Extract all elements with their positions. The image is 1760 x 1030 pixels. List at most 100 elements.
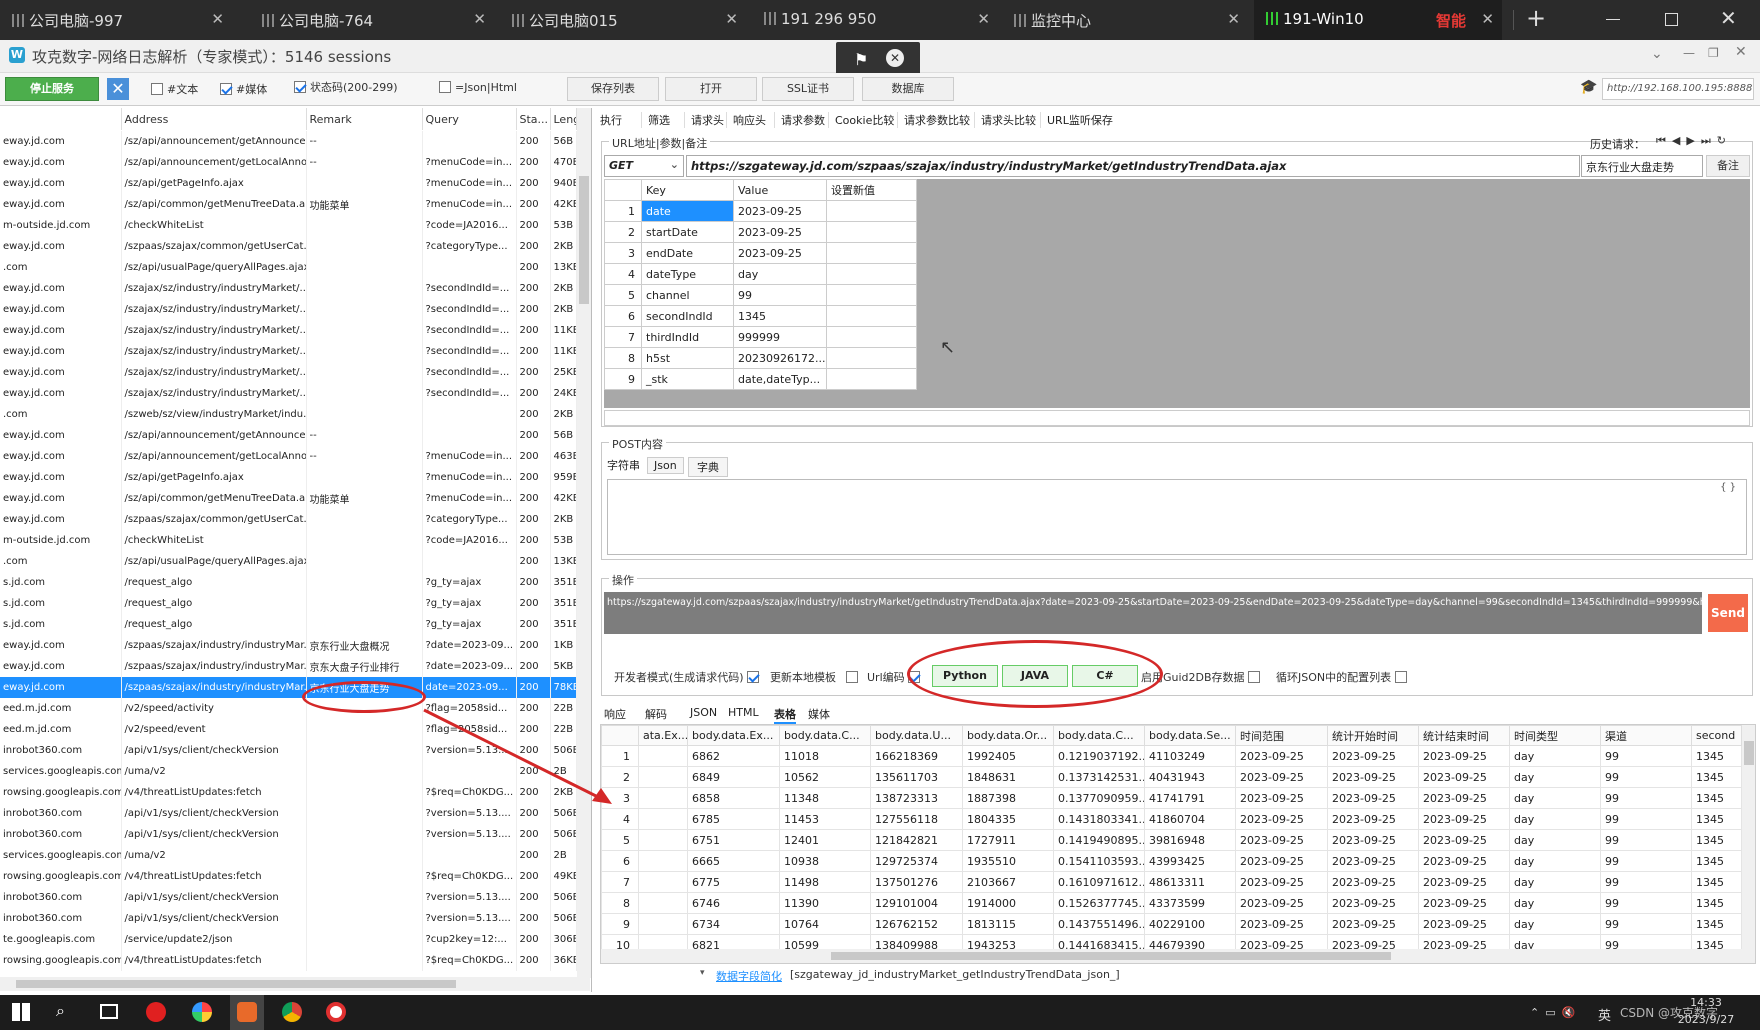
param-key[interactable]: _stk bbox=[641, 368, 734, 390]
param-new-value[interactable] bbox=[826, 284, 917, 306]
close-icon[interactable]: ✕ bbox=[1481, 10, 1494, 28]
chrome-icon[interactable] bbox=[282, 1002, 302, 1022]
response-tab[interactable]: 表格 bbox=[774, 706, 796, 724]
table-row[interactable]: m-outside.jd.com/checkWhiteList ?code=JA2… bbox=[0, 530, 577, 551]
table-row[interactable]: eway.jd.com/sz/api/announcement/getAnnou… bbox=[0, 131, 577, 152]
close-icon[interactable]: ✕ bbox=[211, 10, 224, 28]
request-tab[interactable]: 请求头 bbox=[684, 112, 724, 128]
column-header[interactable]: 统计结束时间 bbox=[1418, 725, 1510, 746]
param-new-value[interactable] bbox=[826, 200, 917, 222]
table-row[interactable]: eway.jd.com/sz/api/common/getMenuTreeDat… bbox=[0, 194, 577, 215]
response-vscrollbar[interactable] bbox=[1742, 725, 1755, 949]
full-url-display[interactable]: https://szgateway.jd.com/szpaas/szajax/i… bbox=[604, 592, 1702, 634]
table-row[interactable]: 4 6785 11453 127556118 1804335 0.1431803341..… bbox=[601, 808, 1742, 830]
close-icon[interactable]: ✕ bbox=[977, 10, 990, 28]
window-close-icon[interactable]: ✕ bbox=[1720, 6, 1737, 30]
table-row[interactable]: eway.jd.com/szpaas/szajax/common/getUser… bbox=[0, 509, 577, 530]
table-row[interactable]: 5 6751 12401 121842821 1727911 0.1419490895..… bbox=[601, 829, 1742, 851]
param-new-value[interactable] bbox=[826, 347, 917, 369]
remark-input[interactable]: 京东行业大盘走势 bbox=[1581, 155, 1703, 177]
braces-icon[interactable]: { } bbox=[1720, 482, 1736, 493]
param-key[interactable]: date bbox=[641, 200, 734, 222]
app-pin-icon[interactable] bbox=[326, 1002, 346, 1022]
table-row[interactable]: eway.jd.com/sz/api/announcement/getLocal… bbox=[0, 446, 577, 467]
app-minimize-icon[interactable]: — bbox=[1683, 46, 1695, 60]
param-value[interactable]: day bbox=[733, 263, 827, 285]
table-row[interactable]: 3 6858 11348 138723313 1887398 0.1377090959..… bbox=[601, 787, 1742, 809]
param-value[interactable]: 99 bbox=[733, 284, 827, 306]
param-row[interactable]: 6 secondIndId 1345 bbox=[604, 305, 917, 327]
param-key[interactable]: startDate bbox=[641, 221, 734, 243]
table-row[interactable]: eway.jd.com/szpaas/szajax/common/getUser… bbox=[0, 236, 577, 257]
new-tab-icon[interactable]: + bbox=[1526, 4, 1546, 32]
app-restore-icon[interactable]: ❐ bbox=[1708, 46, 1719, 60]
post-tab-string[interactable]: 字符串 bbox=[607, 457, 640, 475]
windows-start-icon[interactable] bbox=[12, 1003, 30, 1021]
table-row[interactable]: eway.jd.com/sz/api/announcement/getAnnou… bbox=[0, 425, 577, 446]
param-value[interactable]: 2023-09-25 bbox=[733, 200, 827, 222]
table-row[interactable]: te.googleapis.com/service/update2/json ?c… bbox=[0, 929, 577, 950]
param-key[interactable]: channel bbox=[641, 284, 734, 306]
column-header[interactable]: 时间范围 bbox=[1235, 725, 1328, 746]
column-header[interactable]: ata.Ex... bbox=[638, 725, 688, 746]
response-tab[interactable]: 解码 bbox=[645, 706, 667, 722]
post-tab-dict[interactable]: 字典 bbox=[688, 457, 728, 477]
table-row[interactable]: s.jd.com/request_algo ?g_ty=ajax200351B bbox=[0, 572, 577, 593]
history-nav-icons[interactable]: ⏮◀▶⏭↻ bbox=[1656, 134, 1732, 148]
request-tab[interactable]: Cookie比较 bbox=[828, 112, 894, 128]
table-row[interactable]: 9 6734 10764 126762152 1813115 0.1437551496..… bbox=[601, 913, 1742, 935]
table-row[interactable]: 1 6862 11018 166218369 1992405 0.1219037192..… bbox=[601, 745, 1742, 767]
param-row[interactable]: 8 h5st 20230926172... bbox=[604, 347, 917, 369]
param-row[interactable]: 4 dateType day bbox=[604, 263, 917, 285]
column-header[interactable]: body.data.Ex... bbox=[687, 725, 780, 746]
minimize-icon[interactable] bbox=[1606, 19, 1620, 20]
param-new-value[interactable] bbox=[826, 242, 917, 264]
response-tab[interactable]: JSON bbox=[690, 706, 717, 719]
table-row[interactable]: rowsing.googleapis.com/v4/threatListUpda… bbox=[0, 950, 577, 971]
app-colorful-icon[interactable] bbox=[192, 1002, 212, 1022]
table-row[interactable]: eway.jd.com/szajax/sz/industry/industryM… bbox=[0, 320, 577, 341]
column-header[interactable]: body.data.Se... bbox=[1144, 725, 1236, 746]
open-button[interactable]: 打开 bbox=[665, 77, 757, 101]
stop-service-button[interactable]: 停止服务 bbox=[5, 77, 99, 101]
param-value[interactable]: 1345 bbox=[733, 305, 827, 327]
param-value[interactable]: 20230926172... bbox=[733, 347, 827, 369]
column-header[interactable]: 时间类型 bbox=[1509, 725, 1601, 746]
tab-6-active[interactable]: 191-Win10 智能 ✕ bbox=[1254, 0, 1502, 40]
table-row[interactable]: inrobot360.com/api/v1/sys/client/checkVe… bbox=[0, 824, 577, 845]
media-filter-checkbox[interactable]: #媒体 bbox=[220, 81, 267, 97]
maximize-icon[interactable] bbox=[1665, 13, 1678, 26]
tray-icons[interactable]: ⌃▭🔇 bbox=[1530, 1006, 1581, 1019]
table-row[interactable]: s.jd.com/request_algo ?g_ty=ajax200351B bbox=[0, 593, 577, 614]
column-header[interactable]: 统计开始时间 bbox=[1327, 725, 1419, 746]
table-row[interactable]: eway.jd.com/szajax/sz/industry/industryM… bbox=[0, 299, 577, 320]
simplify-fields-link[interactable]: 数据字段简化 bbox=[716, 968, 782, 984]
request-tab[interactable]: 响应头 bbox=[726, 112, 766, 128]
param-row[interactable]: 5 channel 99 bbox=[604, 284, 917, 306]
request-tab[interactable]: 请求参数 bbox=[774, 112, 825, 128]
param-value[interactable]: date,dateTyp... bbox=[733, 368, 827, 390]
table-row[interactable]: .com/sz/api/usualPage/queryAllPages.ajax… bbox=[0, 551, 577, 572]
table-row[interactable]: eway.jd.com/szajax/sz/industry/industryM… bbox=[0, 383, 577, 404]
post-body-textarea[interactable]: { } bbox=[607, 479, 1747, 555]
save-list-button[interactable]: 保存列表 bbox=[567, 77, 659, 101]
status-code-checkbox[interactable]: 状态码(200-299) bbox=[294, 79, 398, 95]
table-row[interactable]: 2 6849 10562 135611703 1848631 0.1373142531..… bbox=[601, 766, 1742, 788]
column-header[interactable]: second bbox=[1691, 725, 1742, 746]
request-tab[interactable]: 执行 bbox=[600, 112, 622, 128]
search-icon[interactable]: ⌕ bbox=[56, 1001, 65, 1021]
param-key[interactable]: endDate bbox=[641, 242, 734, 264]
ime-indicator[interactable]: 英 bbox=[1598, 1005, 1611, 1024]
table-row[interactable]: .com/szweb/sz/view/industryMarket/indu..… bbox=[0, 404, 577, 425]
table-row[interactable]: eway.jd.com/sz/api/common/getMenuTreeDat… bbox=[0, 488, 577, 509]
column-query[interactable]: Query bbox=[422, 108, 517, 130]
param-new-value[interactable] bbox=[826, 305, 917, 327]
param-row[interactable]: 3 endDate 2023-09-25 bbox=[604, 242, 917, 264]
column-length[interactable]: Leng bbox=[550, 108, 577, 130]
param-value[interactable]: 2023-09-25 bbox=[733, 221, 827, 243]
task-view-icon[interactable] bbox=[100, 1004, 118, 1019]
request-tab[interactable]: URL监听保存 bbox=[1040, 112, 1113, 128]
close-icon[interactable]: ✕ bbox=[725, 10, 738, 28]
column-address[interactable]: Address bbox=[121, 108, 307, 130]
table-row[interactable]: eway.jd.com/sz/api/getPageInfo.ajax ?menu… bbox=[0, 467, 577, 488]
